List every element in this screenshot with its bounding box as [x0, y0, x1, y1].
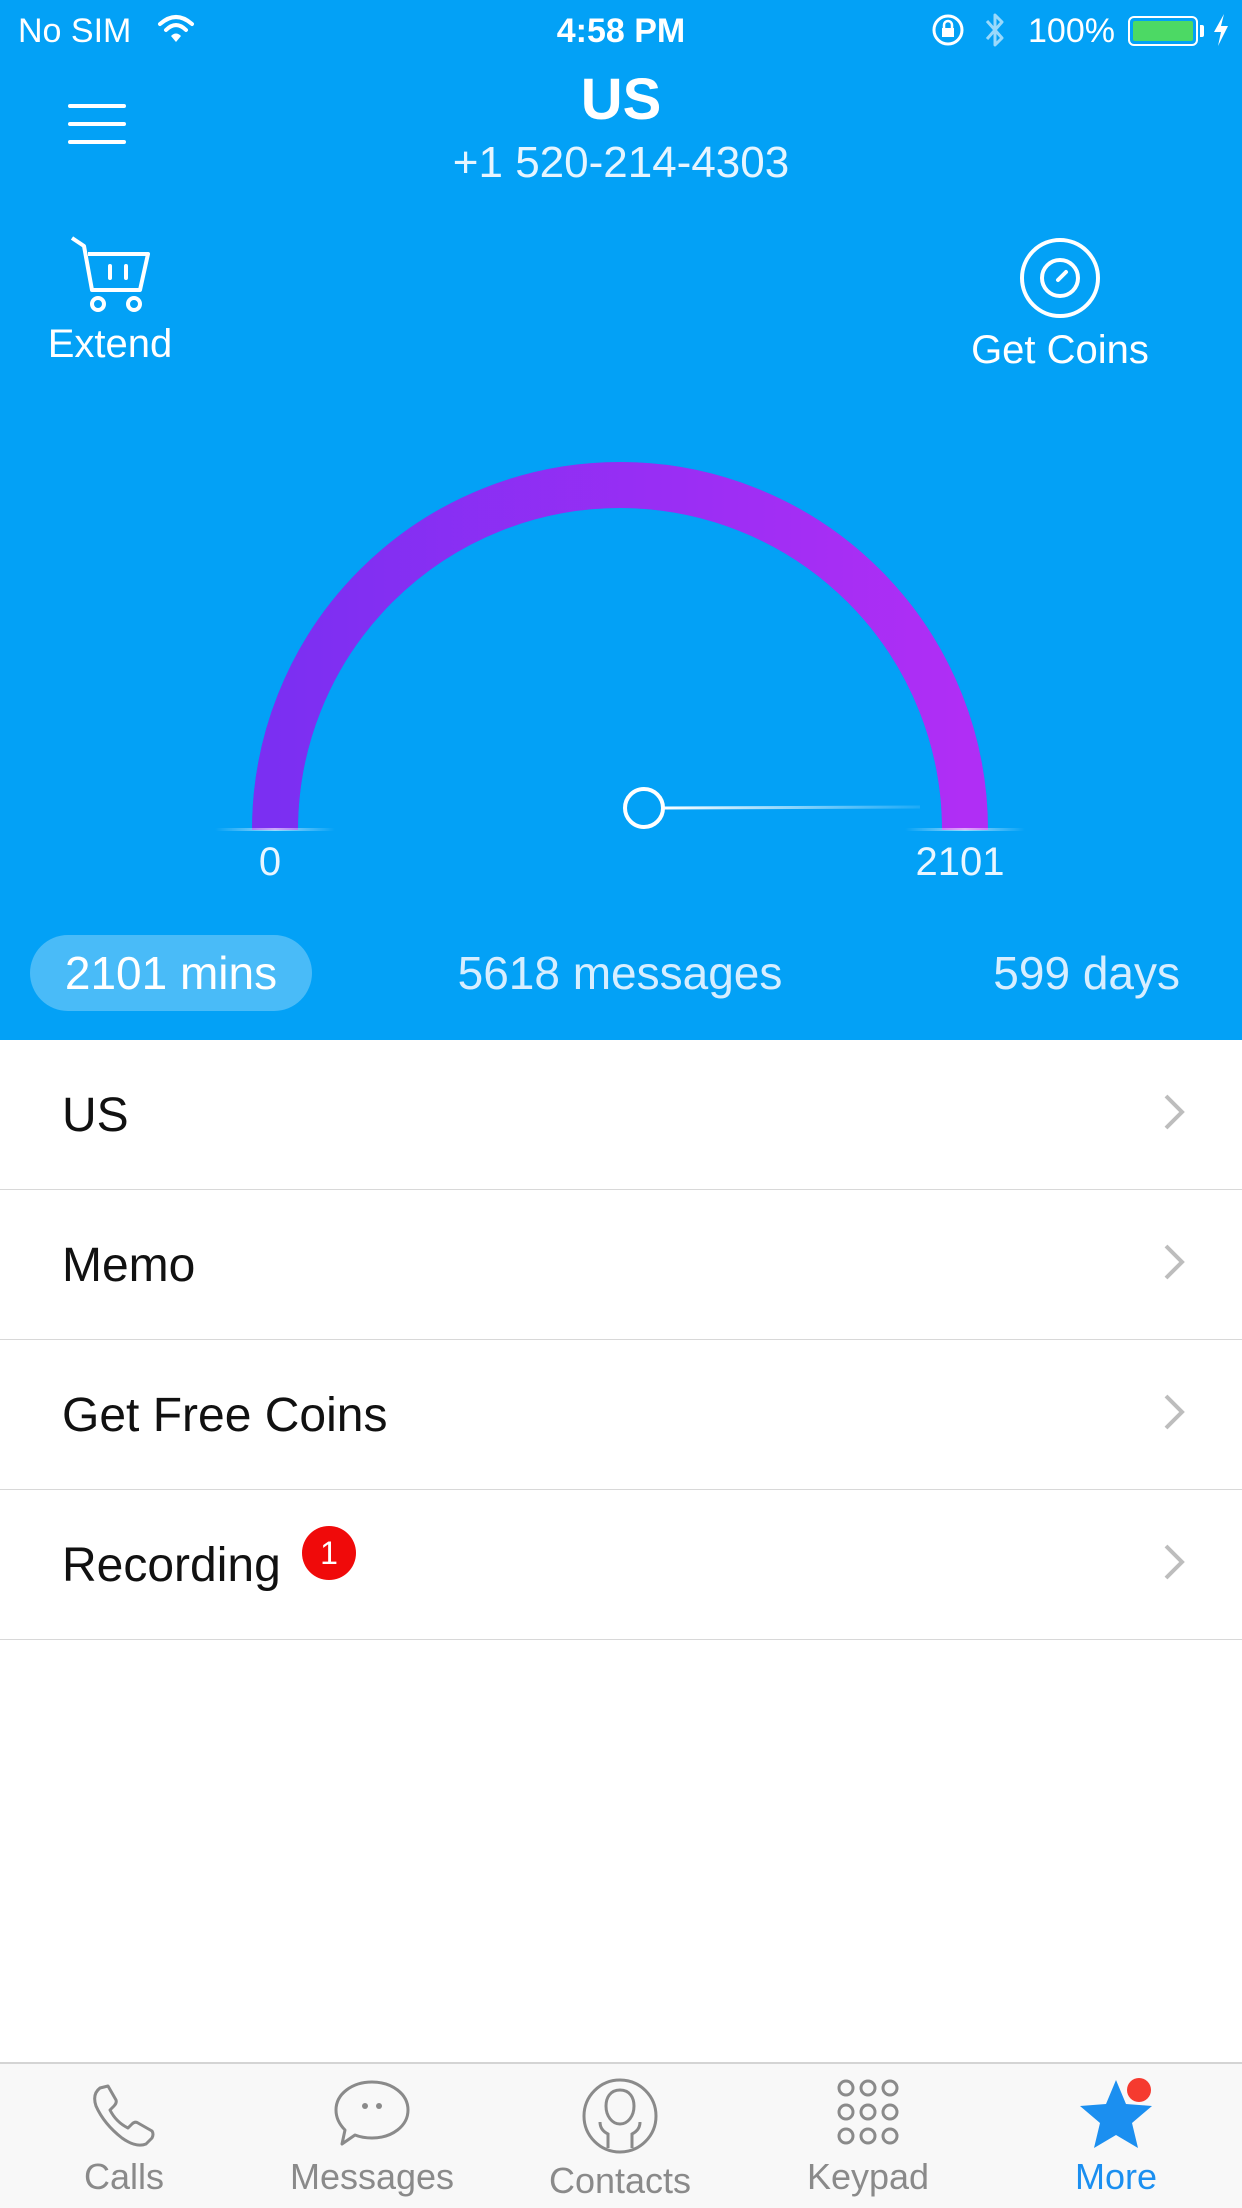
account-header: No SIM 4:58 PM 100% US +1 520-214-4303 E…	[0, 0, 1242, 1040]
page-title: US	[580, 67, 662, 132]
phone-number: +1 520-214-4303	[452, 138, 790, 187]
extend-label: Extend	[47, 322, 173, 366]
usage-stats: 2101 mins 5618 messages 599 days	[0, 935, 1242, 1015]
notification-badge: 1	[302, 1526, 356, 1580]
chevron-right-icon	[1164, 1544, 1185, 1580]
list-item-get-free-coins[interactable]: Get Free Coins	[0, 1340, 1242, 1490]
list-item-memo[interactable]: Memo	[0, 1190, 1242, 1340]
minutes-gauge	[215, 462, 1025, 831]
gauge-base-left	[215, 828, 335, 831]
cart-icon	[70, 236, 150, 312]
keypad-icon	[837, 2079, 899, 2145]
list-item-label: Memo	[62, 1239, 196, 1292]
chevron-right-icon	[1164, 1244, 1185, 1280]
gauge-track	[252, 462, 988, 831]
phone-icon	[93, 2084, 155, 2147]
chevron-right-icon	[1164, 1394, 1185, 1430]
tab-contacts[interactable]: Contacts	[505, 2076, 735, 2202]
gauge-pivot	[623, 787, 665, 829]
tab-calls[interactable]: Calls	[9, 2076, 239, 2198]
get-coins-label: Get Coins	[971, 328, 1149, 372]
charging-bolt-icon	[1210, 12, 1232, 57]
tab-messages[interactable]: Messages	[257, 2076, 487, 2198]
extend-button[interactable]: Extend	[40, 232, 180, 367]
orientation-lock-icon	[930, 12, 966, 57]
gauge-min-label: 0	[258, 840, 282, 884]
days-tab[interactable]: 599 days	[860, 935, 1180, 1011]
gauge-needle	[663, 805, 921, 810]
list-item-label: US	[62, 1089, 129, 1142]
list-item-label: Get Free Coins	[62, 1389, 388, 1442]
tab-more[interactable]: More	[1001, 2076, 1231, 2198]
chevron-right-icon	[1164, 1094, 1185, 1130]
notification-dot	[1127, 2078, 1151, 2102]
minutes-tab[interactable]: 2101 mins	[30, 935, 312, 1011]
bluetooth-icon	[982, 10, 1008, 59]
chat-bubble-icon	[334, 2080, 410, 2146]
coin-icon	[1020, 238, 1100, 318]
tab-label: Messages	[289, 2156, 455, 2197]
list-item-recording[interactable]: Recording 1	[0, 1490, 1242, 1640]
gauge-max-label: 2101	[915, 840, 1005, 884]
tab-label: Calls	[83, 2156, 164, 2197]
tab-label: Keypad	[806, 2156, 930, 2197]
messages-tab[interactable]: 5618 messages	[420, 935, 820, 1011]
tab-bar: Calls Messages Contacts Keypad More	[0, 2062, 1242, 2208]
status-bar: No SIM 4:58 PM 100%	[0, 0, 1242, 60]
tab-keypad[interactable]: Keypad	[753, 2076, 983, 2198]
list-item-label: Recording	[62, 1539, 281, 1592]
contact-icon	[582, 2078, 658, 2154]
get-coins-button[interactable]: Get Coins	[960, 236, 1160, 373]
tab-label: Contacts	[548, 2160, 692, 2201]
gauge-arc	[252, 462, 988, 831]
gauge-base-right	[905, 828, 1025, 831]
list-item-us[interactable]: US	[0, 1040, 1242, 1190]
battery-percent: 100%	[1028, 12, 1115, 50]
settings-list: US Memo Get Free Coins Recording 1	[0, 1040, 1242, 1640]
tab-label: More	[1074, 2156, 1158, 2197]
battery-icon	[1128, 16, 1198, 46]
